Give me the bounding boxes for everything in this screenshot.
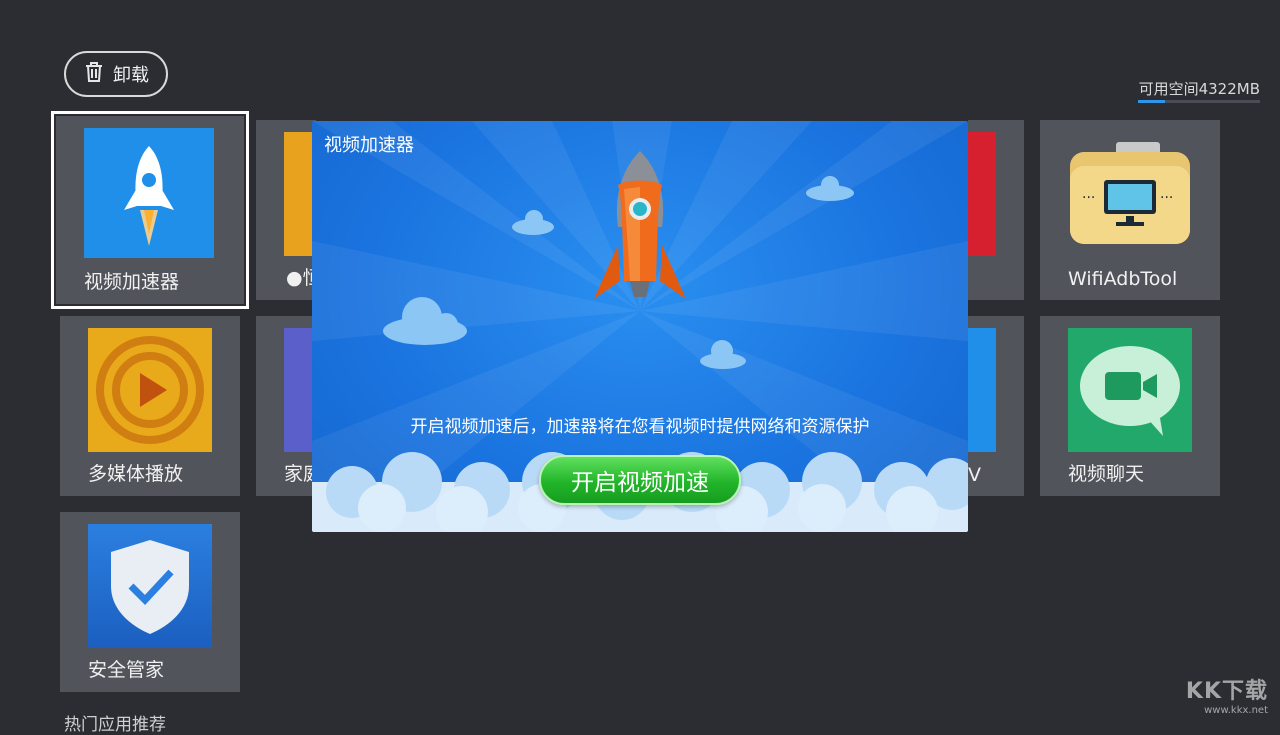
app-tile-2[interactable]: ●恒 [256, 120, 322, 300]
app-tile-tv[interactable]: V [968, 316, 1024, 496]
app-tile-3[interactable] [968, 120, 1024, 300]
rocket-icon [594, 151, 686, 299]
uninstall-button[interactable]: 卸载 [64, 51, 168, 97]
video-chat-icon [1068, 328, 1192, 452]
app-label: 视频聊天 [1068, 463, 1145, 485]
enable-acceleration-button[interactable]: 开启视频加速 [539, 455, 741, 505]
watermark-logo: KK下载 [1185, 679, 1268, 704]
svg-text:···: ··· [1082, 190, 1095, 206]
rocket-icon [84, 128, 214, 258]
svg-text:···: ··· [1160, 190, 1173, 206]
trash-icon [83, 60, 105, 89]
cloud-icon [383, 297, 467, 345]
dialog-description: 开启视频加速后，加速器将在您看视频时提供网络和资源保护 [410, 417, 870, 437]
accelerator-dialog: 视频加速器 开启视频加速后，加速器将在您看视频时提供网络和资源保护 开启视频加速 [312, 121, 968, 532]
folder-tv-icon: ··· ··· [1068, 132, 1192, 256]
app-tile-security[interactable]: 安全管家 [60, 512, 240, 692]
watermark: KK下载 www.kkx.net [1186, 673, 1268, 716]
app-label: WifiAdbTool [1068, 268, 1178, 290]
app-icon [968, 132, 996, 256]
app-label: 视频加速器 [84, 271, 180, 293]
available-space-text: 可用空间4322MB [1138, 80, 1260, 98]
watermark-url: www.kkx.net [1204, 705, 1268, 716]
app-tile-video-accelerator[interactable]: 视频加速器 [51, 111, 249, 309]
storage-progress-bar [1138, 100, 1260, 103]
app-tile-media-player[interactable]: 多媒体播放 [60, 316, 240, 496]
uninstall-label: 卸载 [113, 65, 149, 86]
app-icon [968, 328, 996, 452]
app-label: 安全管家 [88, 659, 165, 681]
cloud-icon [806, 176, 854, 201]
recommended-section-title: 热门应用推荐 [64, 715, 166, 735]
app-label: 多媒体播放 [88, 463, 184, 485]
cloud-icon [700, 340, 746, 369]
cloud-icon [512, 210, 554, 235]
shield-icon [88, 524, 212, 648]
dialog-title: 视频加速器 [324, 135, 414, 156]
app-tile-video-chat[interactable]: 视频聊天 [1040, 316, 1220, 496]
app-tile-family[interactable]: 家庭 [256, 316, 322, 496]
app-label: V [968, 464, 981, 486]
app-tile-wifiadbtool[interactable]: ··· ··· WifiAdbTool [1040, 120, 1220, 300]
play-icon [88, 328, 212, 452]
